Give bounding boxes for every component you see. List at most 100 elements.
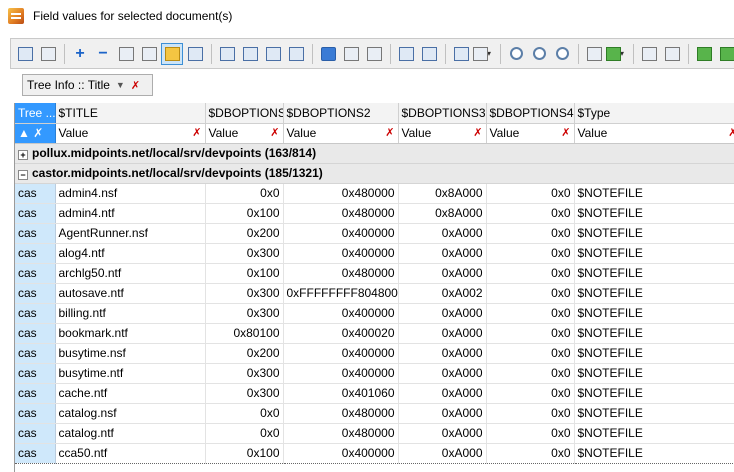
- filter-cell-dboptions[interactable]: Value ✗: [205, 123, 284, 144]
- dboptions4-cell[interactable]: 0x0: [486, 183, 575, 204]
- expand-icon[interactable]: +: [18, 150, 28, 160]
- table-row[interactable]: cas AgentRunner.nsf 0x200 0x400000 0xA000 0x0…: [15, 223, 734, 244]
- title-cell[interactable]: admin4.nsf: [55, 183, 206, 204]
- dboptions2-cell[interactable]: 0x480000: [283, 203, 399, 224]
- dboptions2-cell[interactable]: 0x401060: [283, 383, 399, 404]
- title-cell[interactable]: admin4.ntf: [55, 203, 206, 224]
- table-row[interactable]: cas busytime.nsf 0x200 0x400000 0xA000 0x0 $NO…: [15, 343, 734, 364]
- filter-icon[interactable]: ✗: [33, 126, 43, 140]
- dboptions-cell[interactable]: 0x80100: [205, 323, 284, 344]
- filter-icon[interactable]: ✗: [473, 126, 482, 139]
- filter-icon[interactable]: ✗: [728, 126, 734, 139]
- table-row[interactable]: cas busytime.ntf 0x300 0x400000 0xA000 0x0 $NO…: [15, 363, 734, 384]
- table-row[interactable]: cas admin4.ntf 0x100 0x480000 0x8A000 0x0 $NOT…: [15, 203, 734, 224]
- dboptions3-cell[interactable]: 0xA000: [398, 223, 487, 244]
- dboptions3-cell[interactable]: 0x8A000: [398, 203, 487, 224]
- dboptions3-cell[interactable]: 0xA000: [398, 243, 487, 264]
- panel-right-icon[interactable]: [661, 43, 683, 65]
- grid-icon[interactable]: [285, 43, 307, 65]
- title-cell[interactable]: catalog.ntf: [55, 423, 206, 444]
- dboptions2-cell[interactable]: 0x480000: [283, 183, 399, 204]
- dboptions3-cell[interactable]: 0xA000: [398, 383, 487, 404]
- type-cell[interactable]: $NOTEFILE: [574, 243, 734, 264]
- tree-cell[interactable]: cas: [15, 343, 56, 364]
- table-row[interactable]: cas archlg50.ntf 0x100 0x480000 0xA000 0x0 $NO…: [15, 263, 734, 284]
- dboptions4-cell[interactable]: 0x0: [486, 263, 575, 284]
- dboptions4-cell[interactable]: 0x0: [486, 303, 575, 324]
- type-cell[interactable]: $NOTEFILE: [574, 423, 734, 444]
- tree-cell[interactable]: cas: [15, 323, 56, 344]
- dboptions4-cell[interactable]: 0x0: [486, 443, 575, 464]
- dboptions3-cell[interactable]: 0xA000: [398, 323, 487, 344]
- tree-cell[interactable]: cas: [15, 363, 56, 384]
- tree-cell[interactable]: cas: [15, 243, 56, 264]
- import-right-icon[interactable]: [716, 43, 734, 65]
- title-cell[interactable]: archlg50.ntf: [55, 263, 206, 284]
- dboptions4-cell[interactable]: 0x0: [486, 323, 575, 344]
- group-row[interactable]: + pollux.midpoints.net/local/srv/devpoint…: [15, 143, 734, 164]
- move-up-icon[interactable]: [115, 43, 137, 65]
- filter-cell-title[interactable]: Value ✗: [55, 123, 206, 144]
- export-icon[interactable]: [395, 43, 417, 65]
- dboptions-cell[interactable]: 0x100: [205, 203, 284, 224]
- title-cell[interactable]: alog4.ntf: [55, 243, 206, 264]
- tree-cell[interactable]: cas: [15, 183, 56, 204]
- dboptions2-cell[interactable]: 0x400000: [283, 223, 399, 244]
- filter-icon[interactable]: ✗: [270, 126, 279, 139]
- dboptions-cell[interactable]: 0x200: [205, 223, 284, 244]
- dboptions4-cell[interactable]: 0x0: [486, 343, 575, 364]
- column-icon[interactable]: [216, 43, 238, 65]
- type-cell[interactable]: $NOTEFILE: [574, 183, 734, 204]
- tree-cell[interactable]: cas: [15, 303, 56, 324]
- title-cell[interactable]: catalog.nsf: [55, 403, 206, 424]
- dboptions4-cell[interactable]: 0x0: [486, 423, 575, 444]
- dboptions-cell[interactable]: 0x0: [205, 423, 284, 444]
- tree-cell[interactable]: cas: [15, 283, 56, 304]
- title-cell[interactable]: busytime.nsf: [55, 343, 206, 364]
- dboptions2-cell[interactable]: 0xFFFFFFFF80480000: [283, 283, 399, 304]
- filter-icon[interactable]: ✗: [192, 126, 201, 139]
- tree-cell[interactable]: cas: [15, 263, 56, 284]
- title-cell[interactable]: bookmark.ntf: [55, 323, 206, 344]
- title-cell[interactable]: AgentRunner.nsf: [55, 223, 206, 244]
- dboptions4-cell[interactable]: 0x0: [486, 363, 575, 384]
- type-cell[interactable]: $NOTEFILE: [574, 363, 734, 384]
- add-icon[interactable]: +: [69, 43, 91, 65]
- dboptions2-cell[interactable]: 0x480000: [283, 403, 399, 424]
- column-header-dboptions3[interactable]: $DBOPTIONS3: [398, 103, 487, 124]
- dboptions2-cell[interactable]: 0x480000: [283, 423, 399, 444]
- highlight-icon[interactable]: ▾: [606, 43, 628, 65]
- type-cell[interactable]: $NOTEFILE: [574, 303, 734, 324]
- dboptions-cell[interactable]: 0x100: [205, 263, 284, 284]
- dboptions3-cell[interactable]: 0xA000: [398, 363, 487, 384]
- dboptions-cell[interactable]: 0x200: [205, 343, 284, 364]
- dboptions2-cell[interactable]: 0x400000: [283, 363, 399, 384]
- table-row[interactable]: cas catalog.nsf 0x0 0x480000 0xA000 0x0 $NOTEF…: [15, 403, 734, 424]
- type-cell[interactable]: $NOTEFILE: [574, 323, 734, 344]
- dboptions3-cell[interactable]: 0xA000: [398, 303, 487, 324]
- table-row[interactable]: cas bookmark.ntf 0x80100 0x400020 0xA000 0x0 $…: [15, 323, 734, 344]
- dboptions-cell[interactable]: 0x100: [205, 443, 284, 464]
- properties-icon[interactable]: [450, 43, 472, 65]
- collapse-icon[interactable]: −: [18, 170, 28, 180]
- import-icon[interactable]: [418, 43, 440, 65]
- type-cell[interactable]: $NOTEFILE: [574, 223, 734, 244]
- tree-cell[interactable]: cas: [15, 403, 56, 424]
- zoom-in-icon[interactable]: [528, 43, 550, 65]
- dboptions3-cell[interactable]: 0x8A000: [398, 183, 487, 204]
- dboptions4-cell[interactable]: 0x0: [486, 223, 575, 244]
- dboptions2-cell[interactable]: 0x400000: [283, 443, 399, 464]
- tree-cell[interactable]: cas: [15, 383, 56, 404]
- column-header-type[interactable]: $Type: [574, 103, 734, 124]
- group-row[interactable]: − castor.midpoints.net/local/srv/devpoint…: [15, 163, 734, 184]
- dboptions-cell[interactable]: 0x0: [205, 403, 284, 424]
- group-by-chip[interactable]: Tree Info :: Title ▼ ✗: [22, 74, 153, 96]
- dboptions3-cell[interactable]: 0xA000: [398, 423, 487, 444]
- dboptions4-cell[interactable]: 0x0: [486, 203, 575, 224]
- tree-cell[interactable]: cas: [15, 423, 56, 444]
- dboptions4-cell[interactable]: 0x0: [486, 243, 575, 264]
- table-icon[interactable]: [262, 43, 284, 65]
- table-row[interactable]: cas cca50.ntf 0x100 0x400000 0xA000 0x0 $NOTEF…: [15, 443, 734, 464]
- zoom-icon[interactable]: [505, 43, 527, 65]
- filter-cell-type[interactable]: Value✗: [574, 123, 734, 144]
